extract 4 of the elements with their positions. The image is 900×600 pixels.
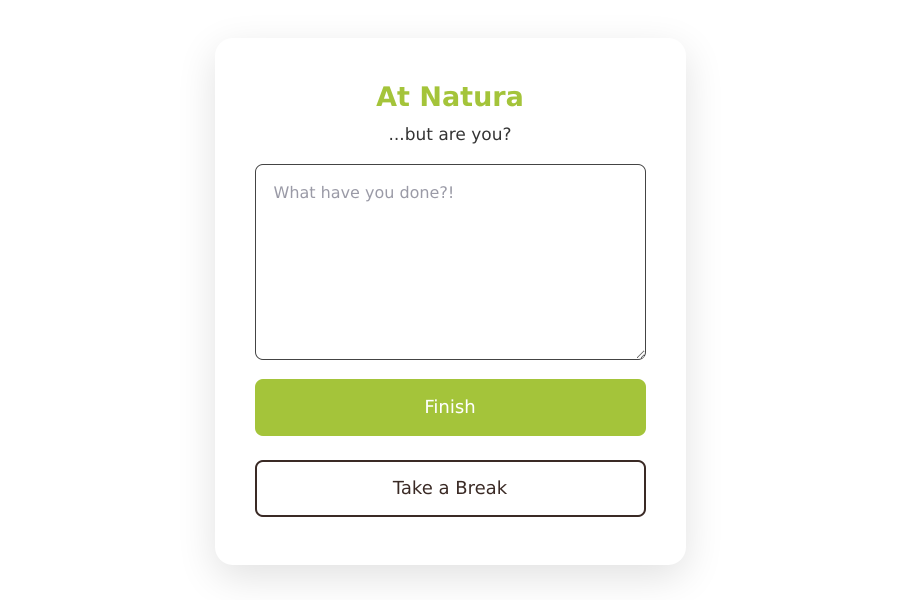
- break-button[interactable]: Take a Break: [254, 460, 646, 517]
- app-title: At Natura: [375, 81, 525, 115]
- subtitle: ...but are you?: [387, 124, 512, 146]
- journal-text-field[interactable]: What have you done?!: [254, 164, 646, 360]
